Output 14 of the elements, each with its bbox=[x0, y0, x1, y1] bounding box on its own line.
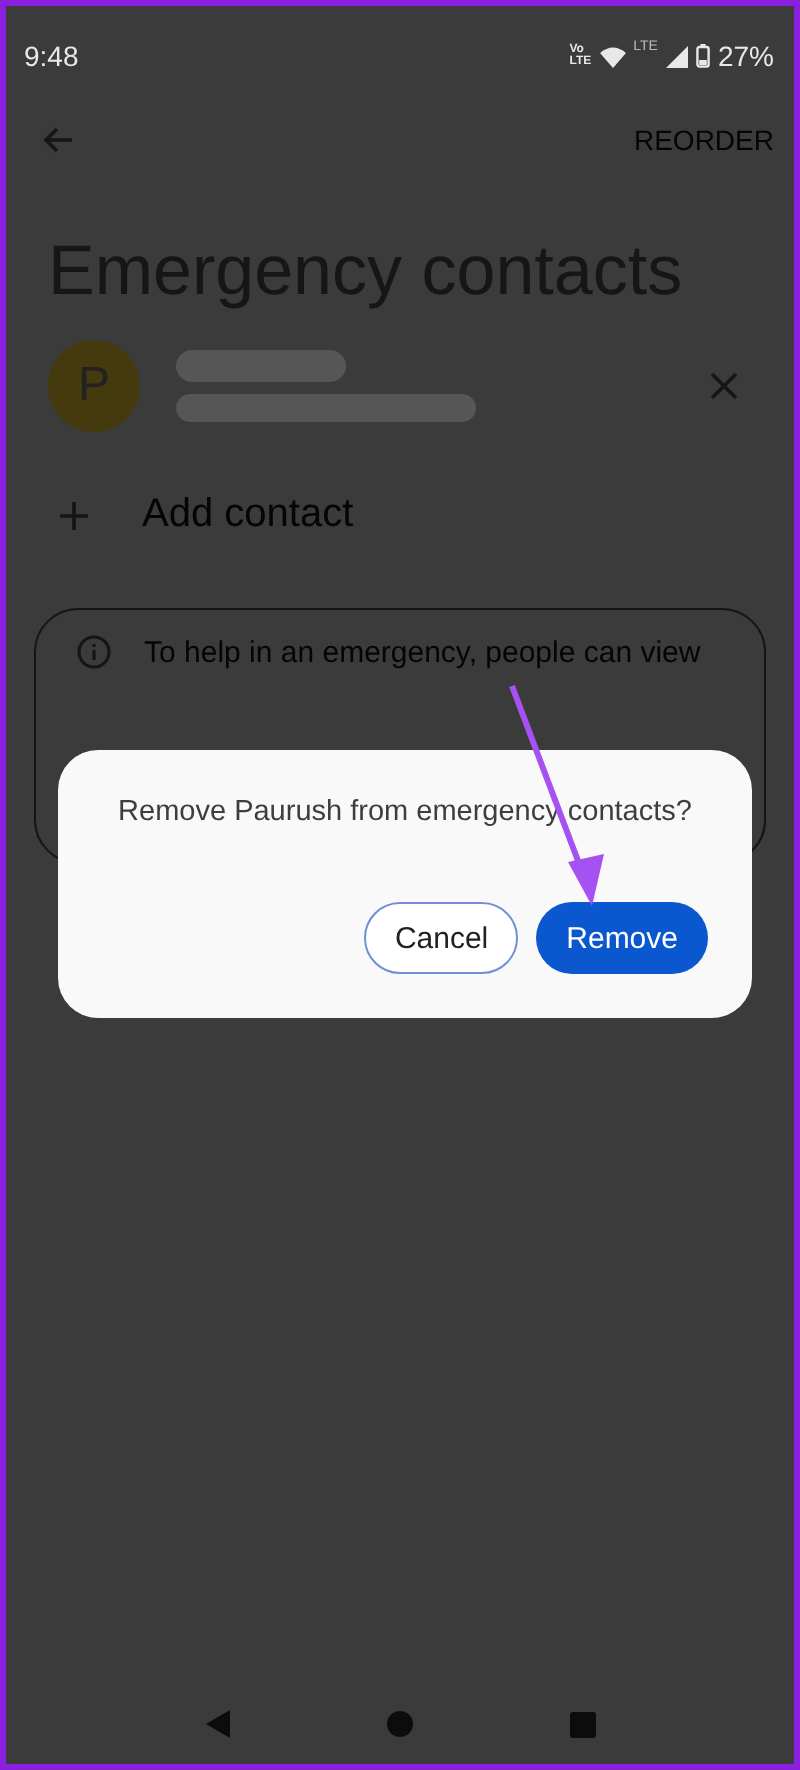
back-arrow-icon[interactable] bbox=[42, 126, 74, 154]
home-icon[interactable] bbox=[386, 1710, 415, 1738]
cancel-button[interactable]: Cancel bbox=[364, 902, 519, 974]
close-icon[interactable] bbox=[710, 372, 738, 400]
plus-icon[interactable] bbox=[60, 501, 88, 529]
battery-level: 27% bbox=[717, 40, 774, 72]
info-icon bbox=[76, 634, 112, 670]
battery-icon bbox=[695, 44, 710, 68]
wifi-icon bbox=[599, 45, 626, 67]
signal-icon bbox=[665, 45, 688, 67]
back-icon[interactable] bbox=[203, 1710, 232, 1738]
status-time: 9:48 bbox=[24, 40, 79, 72]
remove-button[interactable]: Remove bbox=[536, 902, 708, 974]
recents-icon[interactable] bbox=[570, 1711, 597, 1737]
